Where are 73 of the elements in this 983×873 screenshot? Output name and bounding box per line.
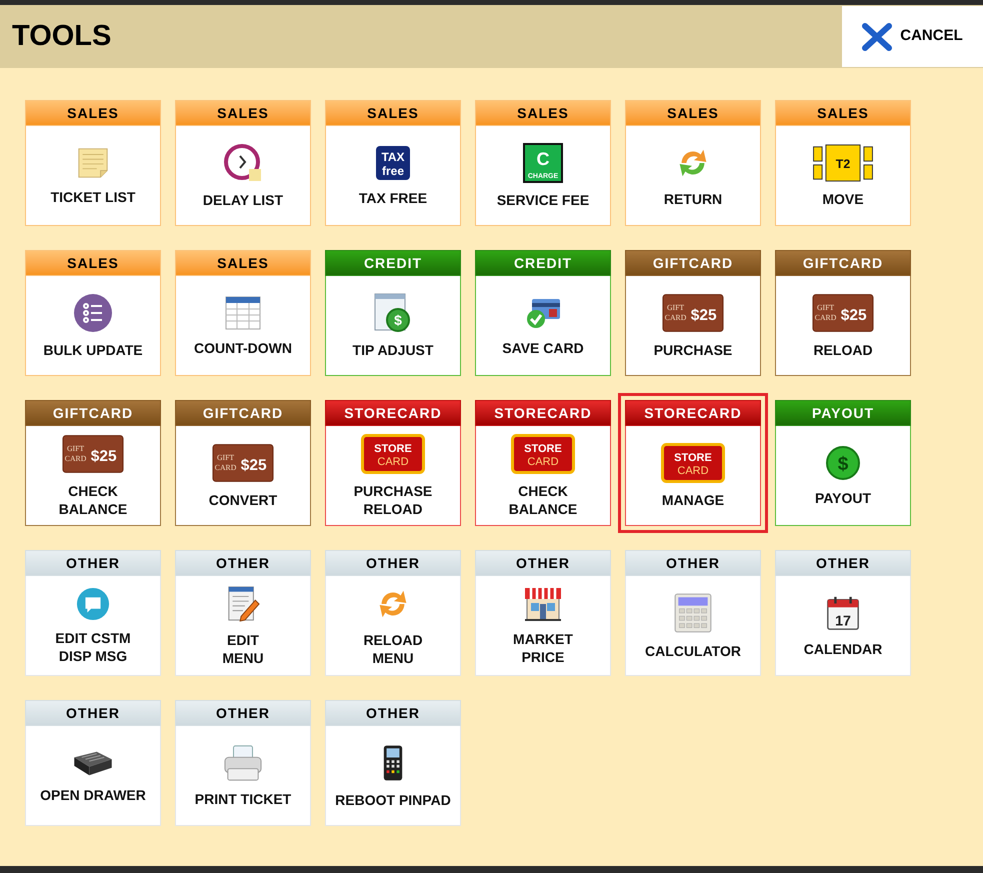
category-header: SALES — [25, 100, 161, 126]
spreadsheet-icon — [225, 294, 261, 330]
tool-label: EDIT CSTM DISP MSG — [55, 628, 131, 664]
tool-label: OPEN DRAWER — [40, 786, 146, 804]
tool-label: PRINT TICKET — [194, 790, 292, 808]
category-header: SALES — [475, 100, 611, 126]
category-header: GIFTCARD — [175, 400, 311, 426]
cancel-button[interactable]: CANCEL — [842, 6, 983, 67]
coin-icon: $ — [825, 444, 861, 480]
category-header: OTHER — [775, 550, 911, 576]
category-header: GIFTCARD — [625, 250, 761, 276]
store-card-icon: STORE CARD — [361, 434, 425, 474]
tool-label: BULK UPDATE — [43, 340, 143, 358]
tool-label: CALCULATOR — [645, 642, 741, 660]
tool-label: PURCHASE RELOAD — [354, 482, 432, 518]
card-terminal-icon — [382, 742, 404, 782]
tool-label: CALENDAR — [804, 640, 882, 658]
tool-label: SERVICE FEE — [496, 190, 590, 208]
category-header: SALES — [175, 100, 311, 126]
category-header: SALES — [175, 250, 311, 276]
category-header: OTHER — [175, 700, 311, 726]
category-header: OTHER — [25, 550, 161, 576]
category-header: CREDIT — [475, 250, 611, 276]
category-header: OTHER — [175, 550, 311, 576]
category-header: SALES — [625, 100, 761, 126]
category-header: GIFTCARD — [775, 250, 911, 276]
category-header: STORECARD — [625, 400, 761, 426]
tool-label: DELAY LIST — [202, 190, 284, 208]
category-header: OTHER — [475, 550, 611, 576]
tool-label: COUNT-DOWN — [194, 338, 292, 356]
tool-label: CHECK BALANCE — [508, 482, 578, 518]
category-header: SALES — [325, 100, 461, 126]
window-title: TOOLS — [12, 18, 112, 54]
list-icon — [73, 292, 113, 332]
tax-free-icon: TAX free — [375, 144, 411, 180]
category-header: OTHER — [25, 700, 161, 726]
tool-label: RETURN — [664, 190, 722, 208]
tool-label: RELOAD MENU — [363, 630, 423, 666]
tool-label: CONVERT — [208, 490, 278, 508]
category-header: SALES — [25, 250, 161, 276]
tool-label: MOVE — [822, 190, 864, 208]
tool-label: SAVE CARD — [502, 338, 584, 356]
tool-button[interactable]: STORECARD STORE CARD MANAGE — [618, 393, 768, 533]
category-header: PAYOUT — [775, 400, 911, 426]
clock-icon — [223, 142, 263, 182]
category-header: OTHER — [325, 700, 461, 726]
tool-label: TAX FREE — [358, 188, 428, 206]
document-pencil-icon — [226, 584, 260, 622]
store-card-icon: STORE CARD — [661, 442, 725, 482]
tool-label: RELOAD — [813, 340, 873, 358]
tool-label: CHECK BALANCE — [58, 482, 128, 518]
tool-label: PURCHASE — [654, 340, 732, 358]
tool-label: EDIT MENU — [222, 630, 264, 666]
tool-label: TIP ADJUST — [352, 340, 434, 358]
category-header: STORECARD — [475, 400, 611, 426]
category-header: STORECARD — [325, 400, 461, 426]
tool-label: MARKET PRICE — [513, 630, 573, 666]
tool-label: REBOOT PINPAD — [335, 790, 451, 808]
category-header: CREDIT — [325, 250, 461, 276]
tool-label: PAYOUT — [814, 488, 871, 506]
printer-icon — [222, 744, 264, 782]
category-header: OTHER — [325, 550, 461, 576]
category-header: OTHER — [625, 550, 761, 576]
close-icon — [862, 22, 892, 50]
category-header: SALES — [775, 100, 911, 126]
storefront-icon — [523, 586, 563, 622]
calculator-icon — [672, 592, 714, 634]
tool-label: TICKET LIST — [50, 188, 136, 206]
note-paper-icon — [76, 146, 110, 180]
tool-label: MANAGE — [662, 490, 724, 508]
speech-bubble-icon — [76, 586, 110, 620]
category-header: GIFTCARD — [25, 400, 161, 426]
store-card-icon: STORE CARD — [511, 434, 575, 474]
